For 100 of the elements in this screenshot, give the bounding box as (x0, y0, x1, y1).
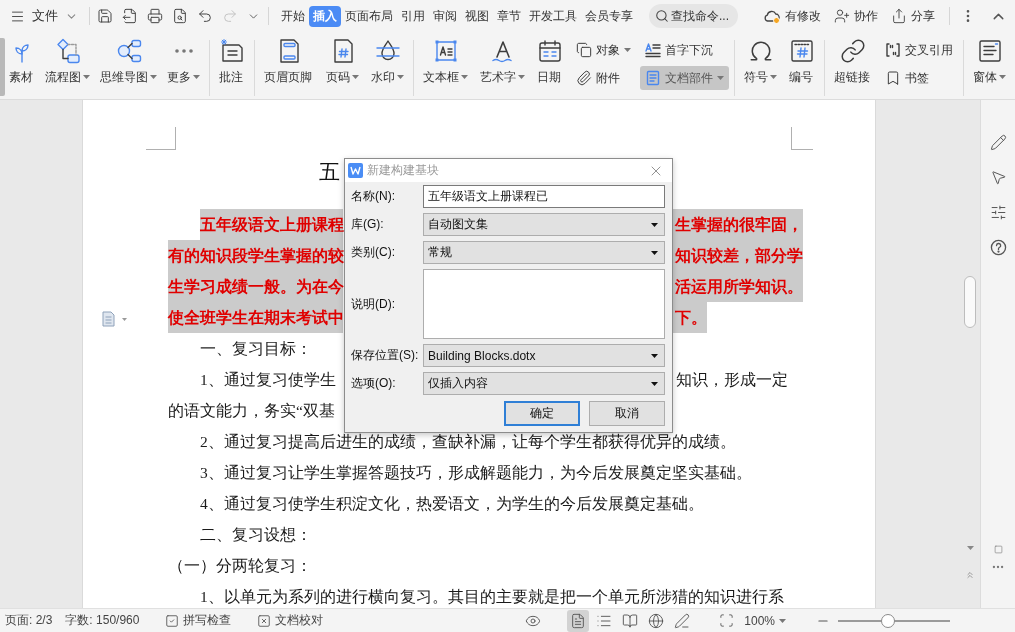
pencil-icon[interactable] (989, 134, 1007, 151)
status-button[interactable]: 文档校对 (254, 612, 327, 629)
file-arrow-icon[interactable] (122, 8, 138, 24)
dropdown-field[interactable]: 仅插入内容 (423, 372, 665, 395)
text-field[interactable]: 五年级语文上册课程已 (423, 185, 665, 208)
scrollbar-thumb[interactable] (964, 276, 976, 328)
body-text: （一）分两轮复习： (168, 556, 312, 575)
highlighted-text: 使全班学生在期末考试中 (168, 302, 343, 333)
menu-tab[interactable]: 章节 (493, 5, 525, 27)
ribbon-button[interactable]: 思维导图 (96, 36, 161, 88)
print-icon[interactable] (147, 8, 163, 24)
dropdown-field[interactable]: Building Blocks.dotx (423, 344, 665, 367)
help-icon[interactable] (989, 239, 1007, 256)
body-text: 1、以单元为系列的进行横向复习。其目的主要就是把一个单元所涉猎的知识进行系 (200, 587, 784, 606)
ribbon-button[interactable]: 批注 (215, 36, 249, 88)
ribbon-button[interactable]: 书签 (880, 66, 958, 90)
document-icon[interactable] (567, 609, 590, 632)
ribbon-button[interactable]: 水印 (367, 36, 408, 88)
menu-tab[interactable]: 开始 (277, 5, 309, 27)
ribbon-button[interactable]: 更多 (163, 36, 204, 88)
menu-tab[interactable]: 页面布局 (341, 5, 397, 27)
comment-icon (219, 38, 245, 64)
menu-tab[interactable]: 会员专享 (581, 5, 637, 27)
ribbon-scroll-handle[interactable] (0, 38, 5, 96)
menu-tab[interactable]: 开发工具 (525, 5, 581, 27)
menu-tab[interactable]: 审阅 (429, 5, 461, 27)
ribbon-button[interactable]: 页码 (322, 36, 363, 88)
menu-icon (10, 8, 25, 24)
ribbon-button[interactable]: 附件 (571, 66, 636, 90)
ribbon-button[interactable]: 编号 (785, 36, 819, 88)
ribbon-button[interactable]: 对象 (571, 38, 636, 62)
paperclip-icon (576, 70, 592, 86)
search-field[interactable]: 查找命令... (649, 4, 738, 28)
body-text: 知识，形成一定 (675, 370, 788, 389)
ribbon-button[interactable]: 艺术字 (476, 36, 529, 88)
toolbar-button[interactable]: 分享 (887, 4, 939, 28)
word-count-text: 字数: 150/960 (65, 612, 140, 629)
save-icon[interactable] (97, 8, 113, 24)
search-icon (655, 9, 669, 23)
check-square-icon (165, 613, 180, 628)
field-label: 名称(N): (351, 188, 396, 205)
corners-icon[interactable] (719, 613, 735, 628)
highlighted-text: 有的知识段学生掌握的较 (168, 240, 343, 271)
file-menu[interactable]: 文件 (6, 4, 82, 28)
ribbon-button[interactable]: 文档部件 (640, 66, 729, 90)
body-text: 3、通过复习让学生掌握答题技巧，形成解题能力，为今后发展奠定坚实基础。 (200, 463, 752, 482)
letter-lines-icon (645, 42, 661, 58)
toolbar-button[interactable]: 协作 (830, 4, 882, 28)
highlighted-text: 生掌握的很牢固， (672, 209, 803, 240)
cloud-icon (763, 8, 781, 24)
body-text: 2、通过复习提高后进生的成绩，查缺补漏，让每个学生都获得优异的成绩。 (200, 432, 736, 451)
highlighted-text: 下。 (672, 302, 707, 333)
ribbon-button[interactable]: 文本框 (419, 36, 472, 88)
menu-tab[interactable]: 视图 (461, 5, 493, 27)
file-search-icon[interactable] (172, 8, 188, 24)
toolbar-button[interactable]: 有修改 (759, 4, 825, 28)
dialog-button[interactable]: 取消 (589, 401, 665, 426)
mind-map-icon (115, 38, 142, 64)
field-label: 库(G): (351, 216, 385, 233)
sliders-icon[interactable] (989, 204, 1007, 221)
cursor-icon[interactable] (989, 169, 1007, 186)
share-icon (891, 8, 907, 24)
ribbon-button[interactable]: 日期 (533, 36, 567, 88)
body-text: 4、通过复习使学生积淀文化，热爱语文，为学生的今后发展奠定基础。 (200, 494, 704, 513)
slider-thumb[interactable] (881, 613, 896, 628)
dropdown-field[interactable]: 自动图文集 (423, 213, 665, 236)
field-label: 保存位置(S): (351, 347, 420, 364)
bookmark-icon (885, 70, 901, 86)
menu-tab[interactable]: 引用 (397, 5, 429, 27)
caret-icon[interactable] (966, 546, 974, 550)
caret-icon (651, 353, 658, 358)
caret-icon (651, 381, 658, 386)
flowchart-icon (54, 38, 81, 64)
undo-icon[interactable] (197, 8, 213, 24)
field-label: 说明(D): (351, 295, 396, 313)
text-area[interactable] (423, 269, 665, 339)
corner-mark (791, 127, 813, 150)
corner-mark (146, 127, 176, 150)
ribbon-button[interactable]: 窗体 (969, 36, 1010, 88)
field-label: 类别(C): (351, 244, 396, 261)
document-menu-icon[interactable] (101, 311, 129, 327)
ribbon-button[interactable]: 素材 (5, 36, 39, 88)
field-label: 选项(O): (351, 375, 397, 392)
ribbon-button[interactable]: 交叉引用 (880, 38, 958, 62)
caret-icon (651, 250, 658, 255)
highlighted-text: 活运用所学知识。 (672, 271, 803, 302)
ribbon-button[interactable]: 符号 (740, 36, 781, 88)
x-square-icon (257, 613, 272, 628)
caret-icon (779, 618, 786, 623)
zoom-button[interactable]: 100% (742, 613, 788, 628)
body-text: 一、复习目标： (200, 339, 312, 358)
ribbon-button[interactable]: 超链接 (830, 36, 876, 88)
status-button[interactable]: 拼写检查 (162, 612, 235, 629)
dropdown-field[interactable]: 常规 (423, 241, 665, 264)
calendar-icon (537, 38, 563, 64)
dialog-button[interactable]: 确定 (504, 401, 580, 426)
ribbon-button[interactable]: 页眉页脚 (260, 36, 318, 88)
ribbon-button[interactable]: 流程图 (41, 36, 94, 88)
ribbon-button[interactable]: 首字下沉 (640, 38, 729, 62)
link-icon (840, 38, 866, 64)
